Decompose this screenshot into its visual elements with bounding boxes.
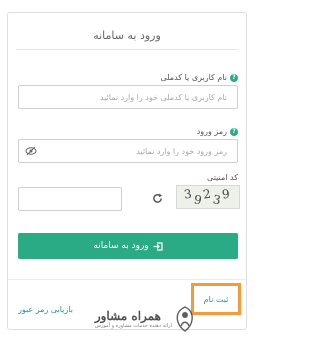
forgot-password-link[interactable]: بازیابی رمز عبور: [18, 305, 73, 314]
eye-off-icon[interactable]: [25, 146, 37, 156]
login-button[interactable]: ورود به سامانه: [18, 233, 238, 259]
password-field[interactable]: [18, 139, 238, 163]
captcha-image: 3 9 2 3 9: [176, 185, 240, 209]
brand-logo-icon: [176, 306, 193, 332]
help-icon[interactable]: ?: [230, 127, 238, 136]
captcha-label: کد امنیتی: [207, 173, 238, 182]
register-highlight[interactable]: ثبت نام: [191, 283, 241, 315]
footer-divider: [8, 279, 246, 280]
username-field[interactable]: [18, 85, 238, 109]
title-divider: [16, 49, 238, 50]
watermark-subtitle: ارائه دهنده خدمات مشاوره و آموزش: [94, 323, 172, 329]
watermark: همراه مشاور ارائه دهنده خدمات مشاوره و آ…: [86, 302, 196, 336]
form-title: ورود به سامانه: [93, 29, 161, 42]
captcha-label-row: کد امنیتی: [207, 173, 238, 182]
help-icon[interactable]: ?: [230, 73, 238, 82]
captcha-field[interactable]: [18, 187, 122, 211]
username-input[interactable]: [27, 91, 229, 103]
password-input[interactable]: [27, 145, 229, 157]
refresh-icon[interactable]: [152, 193, 163, 204]
password-label-row: ? رمز ورود: [197, 127, 238, 136]
password-label: رمز ورود: [196, 127, 227, 136]
captcha-char: 9: [221, 186, 234, 202]
register-link[interactable]: ثبت نام: [204, 295, 229, 304]
username-label-row: ? نام کاربری یا کدملی: [160, 73, 238, 82]
login-button-label: ورود به سامانه: [93, 241, 149, 251]
watermark-title: همراه مشاور: [94, 309, 161, 323]
captcha-char: 3: [182, 186, 195, 202]
login-icon: [153, 241, 163, 251]
username-label: نام کاربری یا کدملی: [160, 73, 227, 82]
